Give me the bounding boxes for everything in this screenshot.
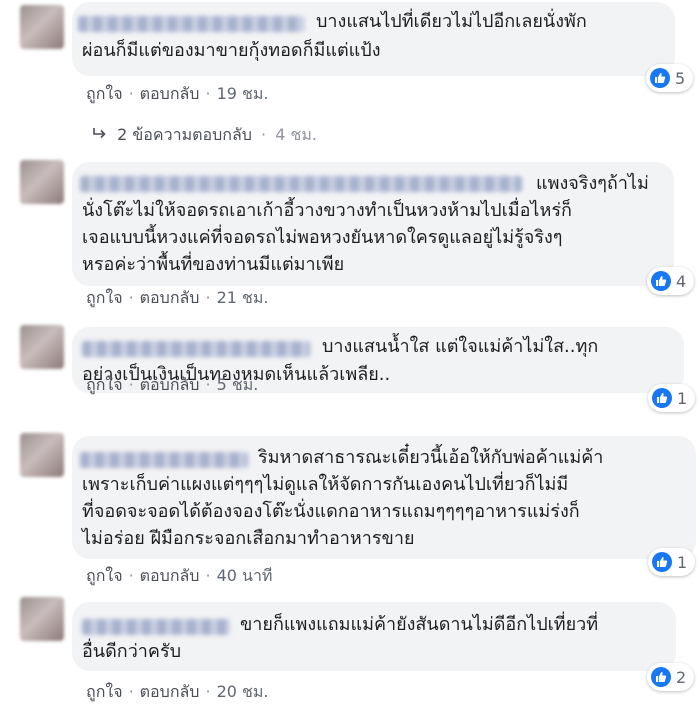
separator: · bbox=[205, 288, 211, 307]
comment-actions: ถูกใจ · ตอบกลับ · 19 ชม. bbox=[86, 82, 269, 107]
view-replies[interactable]: 2 ข้อความตอบกลับ · 4 ชม. bbox=[92, 123, 317, 148]
comment-line: ริมหาดสาธารณะเดี๋ยวนี้เอ้อให้กับพ่อค้าแม… bbox=[258, 447, 604, 468]
reply-link[interactable]: ตอบกลับ bbox=[140, 84, 200, 103]
comment-time[interactable]: 5 ชม. bbox=[217, 375, 259, 394]
separator: · bbox=[128, 84, 134, 103]
replies-count-label[interactable]: 2 ข้อความตอบกลับ bbox=[117, 125, 252, 144]
comment-bubble: แพงจริงๆถ้าไม่ นั่งโต๊ะไม่ให้จอดรถเอาเก้… bbox=[72, 162, 674, 286]
like-count: 4 bbox=[676, 271, 687, 291]
comment-line: แพงจริงๆถ้าไม่ bbox=[536, 173, 649, 194]
comment-line: ขายก็แพงแถมแม่ค้ายังสันดานไม่ดีอีกไปเที่… bbox=[240, 614, 599, 635]
separator: · bbox=[205, 84, 211, 103]
author-name[interactable] bbox=[80, 452, 248, 468]
like-link[interactable]: ถูกใจ bbox=[86, 288, 123, 307]
comment-line: นั่งโต๊ะไม่ให้จอดรถเอาเก้าอี้วางขวางทำเป… bbox=[82, 200, 572, 221]
separator: · bbox=[205, 566, 211, 585]
reply-time: 4 ชม. bbox=[275, 125, 317, 144]
comment-time[interactable]: 21 ชม. bbox=[217, 288, 269, 307]
comment-line: หรอค่ะว่าพื้นที่ของท่านมีแต่มาเพีย bbox=[82, 254, 345, 275]
like-link[interactable]: ถูกใจ bbox=[86, 84, 123, 103]
like-link[interactable]: ถูกใจ bbox=[86, 566, 123, 585]
author-name[interactable] bbox=[82, 619, 230, 635]
reply-link[interactable]: ตอบกลับ bbox=[140, 566, 200, 585]
reply-link[interactable]: ตอบกลับ bbox=[140, 288, 200, 307]
comment-time[interactable]: 20 ชม. bbox=[217, 682, 269, 701]
reaction-count[interactable]: 5 bbox=[646, 64, 694, 92]
reply-arrow-icon bbox=[92, 125, 113, 144]
comment-bubble: ริมหาดสาธารณะเดี๋ยวนี้เอ้อให้กับพ่อค้าแม… bbox=[72, 436, 696, 559]
comment-time[interactable]: 19 ชม. bbox=[217, 84, 269, 103]
separator: · bbox=[128, 288, 134, 307]
comment-line: บางแสนน้ำใส แต่ใจแม่ค้าไม่ใส..ทุก bbox=[322, 336, 599, 357]
comment-bubble: ขายก็แพงแถมแม่ค้ายังสันดานไม่ดีอีกไปเที่… bbox=[72, 602, 676, 671]
comment-actions: ถูกใจ · ตอบกลับ · 20 ชม. bbox=[86, 680, 269, 705]
avatar[interactable] bbox=[20, 597, 64, 641]
reaction-count[interactable]: 2 bbox=[647, 663, 695, 691]
like-link[interactable]: ถูกใจ bbox=[86, 682, 123, 701]
separator: · bbox=[128, 375, 134, 394]
separator: · bbox=[205, 682, 211, 701]
reaction-count[interactable]: 4 bbox=[647, 267, 695, 295]
thumbs-up-icon bbox=[651, 271, 671, 291]
comment-bubble: บางแสนไปที่เดียวไม่ไปอีกเลยนั่งพัก ผ่อนก… bbox=[72, 2, 675, 76]
like-count: 1 bbox=[677, 552, 688, 572]
comment-actions: ถูกใจ · ตอบกลับ · 40 นาที bbox=[86, 564, 272, 589]
comment-line: อื่นดีกว่าครับ bbox=[82, 641, 182, 662]
comment-line: ผ่อนก็มีแต่ของมาขายกุ้งทอดก็มีแต่แป้ง bbox=[82, 40, 381, 61]
reaction-count[interactable]: 1 bbox=[648, 548, 696, 576]
separator: · bbox=[261, 125, 267, 144]
author-name[interactable] bbox=[78, 16, 304, 32]
thumbs-up-icon bbox=[652, 388, 672, 408]
avatar[interactable] bbox=[20, 160, 64, 204]
author-name[interactable] bbox=[80, 176, 522, 192]
like-count: 5 bbox=[675, 68, 686, 88]
reply-link[interactable]: ตอบกลับ bbox=[140, 375, 200, 394]
comment-line: บางแสนไปที่เดียวไม่ไปอีกเลยนั่งพัก bbox=[316, 11, 587, 32]
reaction-count[interactable]: 1 bbox=[648, 384, 696, 412]
comment-line: เพราะเก็บค่าแผงแต่ๆๆๆไม่ดูแลให้จัดการกัน… bbox=[82, 474, 569, 495]
avatar[interactable] bbox=[20, 5, 64, 49]
comment-line: ที่จอดจะจอดได้ต้องจองโต๊ะนั่งแดกอาหารแถม… bbox=[82, 501, 580, 522]
avatar[interactable] bbox=[20, 325, 64, 369]
thumbs-up-icon bbox=[651, 667, 671, 687]
separator: · bbox=[205, 375, 211, 394]
comment-line: ไม่อร่อย ฝีมือกระจอกเสือกมาทำอาหารขาย bbox=[82, 528, 415, 549]
like-count: 1 bbox=[677, 388, 688, 408]
author-name[interactable] bbox=[82, 341, 310, 357]
comment-time[interactable]: 40 นาที bbox=[217, 566, 273, 585]
separator: · bbox=[128, 682, 134, 701]
comment-3-actions: ถูกใจ · ตอบกลับ · 5 ชม. bbox=[86, 373, 258, 398]
thumbs-up-icon bbox=[652, 552, 672, 572]
comment-line: เจอแบบนี้หวงแค่ที่จอดรถไม่พอหวงยันหาดใคร… bbox=[82, 227, 563, 248]
reply-link[interactable]: ตอบกลับ bbox=[140, 682, 200, 701]
like-count: 2 bbox=[676, 667, 687, 687]
comment-actions: ถูกใจ · ตอบกลับ · 21 ชม. bbox=[86, 286, 269, 311]
like-link[interactable]: ถูกใจ bbox=[86, 375, 123, 394]
thumbs-up-icon bbox=[650, 68, 670, 88]
separator: · bbox=[128, 566, 134, 585]
avatar[interactable] bbox=[20, 433, 64, 477]
